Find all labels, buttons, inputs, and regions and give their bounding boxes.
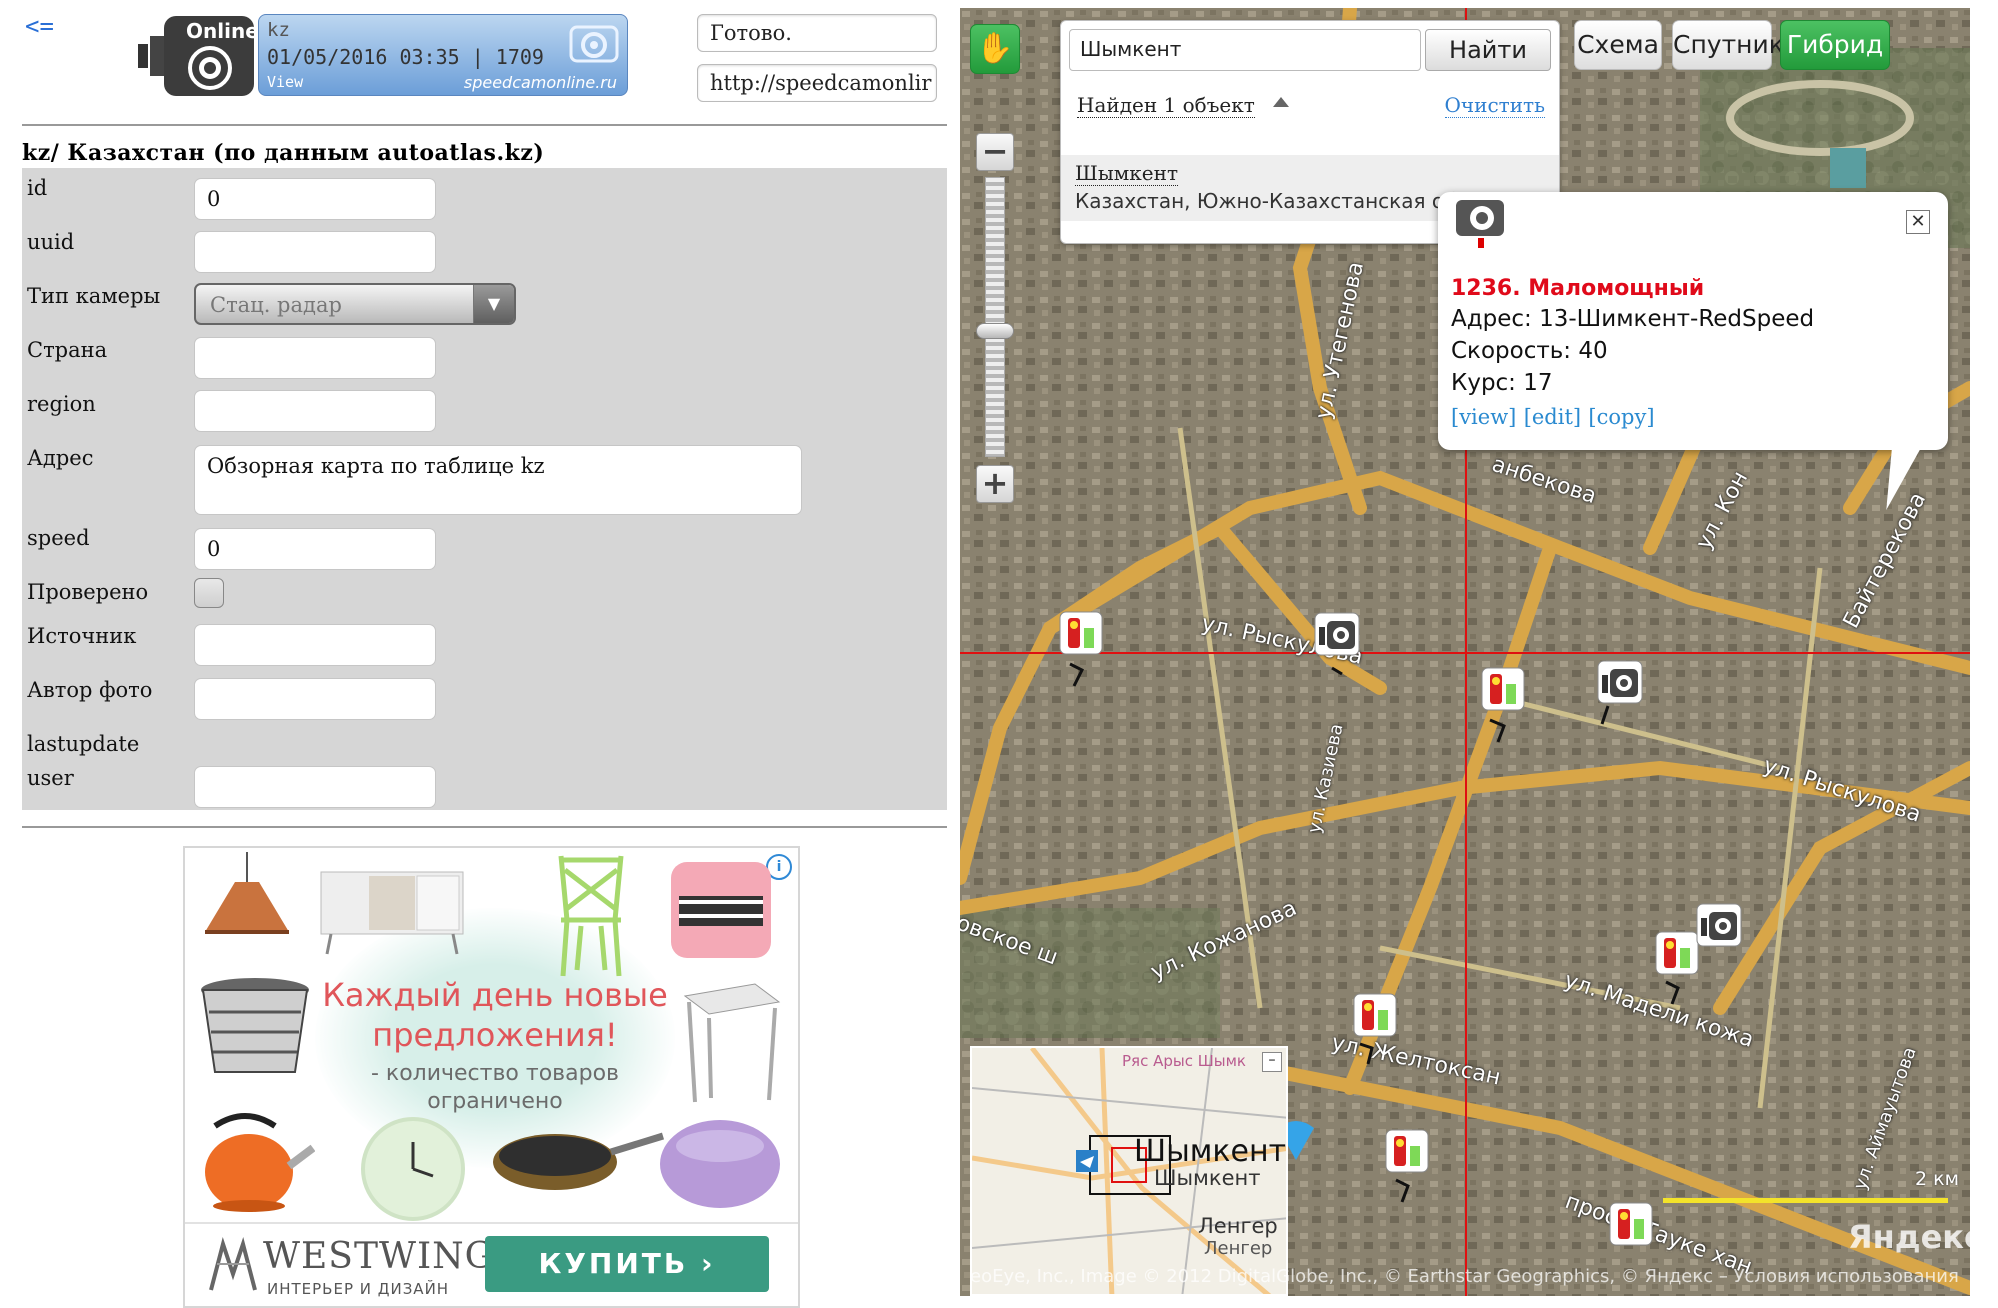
kettle-icon xyxy=(205,1113,315,1212)
lastupdate-label: lastupdate xyxy=(27,732,140,756)
url-field[interactable]: http://speedcamonlir xyxy=(697,64,937,102)
scheme-button[interactable]: Схема xyxy=(1574,20,1662,70)
divider xyxy=(22,826,947,828)
country-label: Страна xyxy=(27,338,108,362)
camera-icon xyxy=(569,25,619,63)
collapse-arrow-icon[interactable] xyxy=(1273,97,1289,107)
photo-author-input[interactable] xyxy=(194,678,436,720)
ad-divider xyxy=(185,1222,798,1224)
camera-edit-panel: <= Online kz 01/05/2016 03:35 | 1709 Vie… xyxy=(0,0,950,1308)
id-label: id xyxy=(27,176,48,200)
hand-tool-icon[interactable]: ✋ xyxy=(970,24,1020,74)
search-input[interactable]: Шымкент xyxy=(1069,29,1421,71)
source-input[interactable] xyxy=(194,624,436,666)
yandex-logo: Яндекс xyxy=(1848,1218,1970,1256)
basket-icon xyxy=(201,978,309,1073)
status-field: Готово. xyxy=(697,14,937,52)
hybrid-button[interactable]: Гибрид xyxy=(1780,20,1890,70)
side-table-icon xyxy=(683,983,781,1103)
satellite-button[interactable]: Спутник xyxy=(1672,20,1784,70)
camera-icon xyxy=(1456,200,1504,248)
zoom-handle[interactable] xyxy=(976,323,1014,339)
section-title: kz/ Казахстан (по данным autoatlas.kz) xyxy=(22,140,545,166)
sideboard-icon xyxy=(320,871,464,955)
photo-author-label: Автор фото xyxy=(27,678,153,702)
widget-datetime: 01/05/2016 03:35 | 1709 xyxy=(267,45,544,69)
address-label: Адрес xyxy=(27,446,94,470)
user-input[interactable] xyxy=(194,766,436,808)
zoom-slider[interactable] xyxy=(985,177,1005,457)
popup-course: Курс: 17 xyxy=(1451,370,1553,396)
zoom-out-button[interactable]: − xyxy=(976,133,1014,171)
pouf-icon xyxy=(660,1120,780,1208)
uuid-label: uuid xyxy=(27,230,75,254)
speed-label: speed xyxy=(27,526,90,550)
logo-text: Online xyxy=(186,19,256,43)
minimap-city-label: Шымкент xyxy=(1134,1134,1287,1169)
id-input[interactable]: 0 xyxy=(194,178,436,220)
result-name[interactable]: Шымкент xyxy=(1075,161,1179,186)
popup-speed: Скорость: 40 xyxy=(1451,338,1608,364)
zoom-in-button[interactable]: + xyxy=(976,465,1014,503)
region-label: region xyxy=(27,392,96,416)
chair-icon xyxy=(558,855,624,977)
camera-type-label: Тип камеры xyxy=(27,284,161,308)
camera-info-popup: ✕ 1236. Маломощный Адрес: 13-Шимкент-Red… xyxy=(1438,192,1948,450)
cushion-icon xyxy=(671,862,771,958)
copy-link[interactable]: [copy] xyxy=(1588,405,1654,429)
minimap-city-small: Шымкент xyxy=(1154,1166,1261,1190)
popup-address: Адрес: 13-Шимкент-RedSpeed xyxy=(1451,306,1815,332)
edit-link[interactable]: [edit] xyxy=(1524,405,1581,429)
map-view[interactable]: ул. Рыскулова ул. Рыскулова ул. Утегенов… xyxy=(960,8,1970,1296)
minimap-town-small: Ленгер xyxy=(1204,1238,1273,1259)
widget-country: kz xyxy=(267,19,290,41)
view-link[interactable]: [view] xyxy=(1451,405,1516,429)
clock-icon xyxy=(361,1117,465,1221)
buy-button[interactable]: КУПИТЬ › xyxy=(485,1236,769,1292)
ad-brand: WESTWING xyxy=(263,1236,495,1277)
speedcam-logo: Online xyxy=(138,16,256,96)
uuid-input[interactable] xyxy=(194,231,436,273)
minimap-town-label: Ленгер xyxy=(1198,1214,1278,1238)
speed-input[interactable]: 0 xyxy=(194,528,436,570)
camera-type-value: Стац. радар xyxy=(210,293,342,317)
source-label: Источник xyxy=(27,624,137,648)
minimap-road-label: Ряс Арыс Шымк xyxy=(1122,1052,1246,1070)
ad-brand-subtitle: ИНТЕРЬЕР И ДИЗАЙН xyxy=(267,1280,450,1298)
overview-minimap[interactable]: Ряс Арыс Шымк – Шымкент Шымкент Ленгер Л… xyxy=(970,1046,1288,1296)
map-copyright[interactable]: eoEye, Inc., Image © 2012 DigitalGlobe, … xyxy=(970,1266,1959,1287)
ad-headline: Каждый день новые предложения! xyxy=(322,976,668,1054)
scale-bar xyxy=(1663,1198,1948,1203)
popup-title: 1236. Маломощный xyxy=(1451,276,1705,301)
camera-type-select[interactable]: Стац. радар ▼ xyxy=(194,283,516,325)
country-input[interactable] xyxy=(194,337,436,379)
results-count[interactable]: Найден 1 объект xyxy=(1077,93,1255,118)
verified-label: Проверено xyxy=(27,580,149,604)
back-link[interactable]: <= xyxy=(25,12,54,40)
clear-link[interactable]: Очистить xyxy=(1444,93,1545,118)
speedcam-widget[interactable]: kz 01/05/2016 03:35 | 1709 View speedcam… xyxy=(258,14,628,96)
chevron-down-icon[interactable]: ▼ xyxy=(473,285,514,323)
popup-links: [view] [edit] [copy] xyxy=(1451,404,1655,430)
address-textarea[interactable]: Обзорная карта по таблице kz xyxy=(194,445,802,515)
pan-icon xyxy=(493,1132,665,1190)
user-label: user xyxy=(27,766,74,790)
scale-label: 2 км xyxy=(1915,1168,1959,1190)
zoom-control: − + xyxy=(976,133,1014,503)
widget-view-link[interactable]: View xyxy=(267,73,303,91)
close-icon[interactable]: ✕ xyxy=(1906,210,1930,234)
minimap-collapse-button[interactable]: – xyxy=(1262,1052,1282,1072)
region-input[interactable] xyxy=(194,390,436,432)
verified-checkbox[interactable] xyxy=(194,578,224,608)
divider xyxy=(22,124,947,126)
ad-subtext: - количество товаров ограничено xyxy=(370,1061,619,1114)
lamp-icon xyxy=(205,852,289,934)
widget-site: speedcamonline.ru xyxy=(463,73,617,92)
westwing-logo-icon xyxy=(209,1236,257,1291)
advertisement-banner[interactable]: i Каждый день новые предложения! - колич… xyxy=(183,846,800,1308)
search-button[interactable]: Найти xyxy=(1425,29,1551,71)
